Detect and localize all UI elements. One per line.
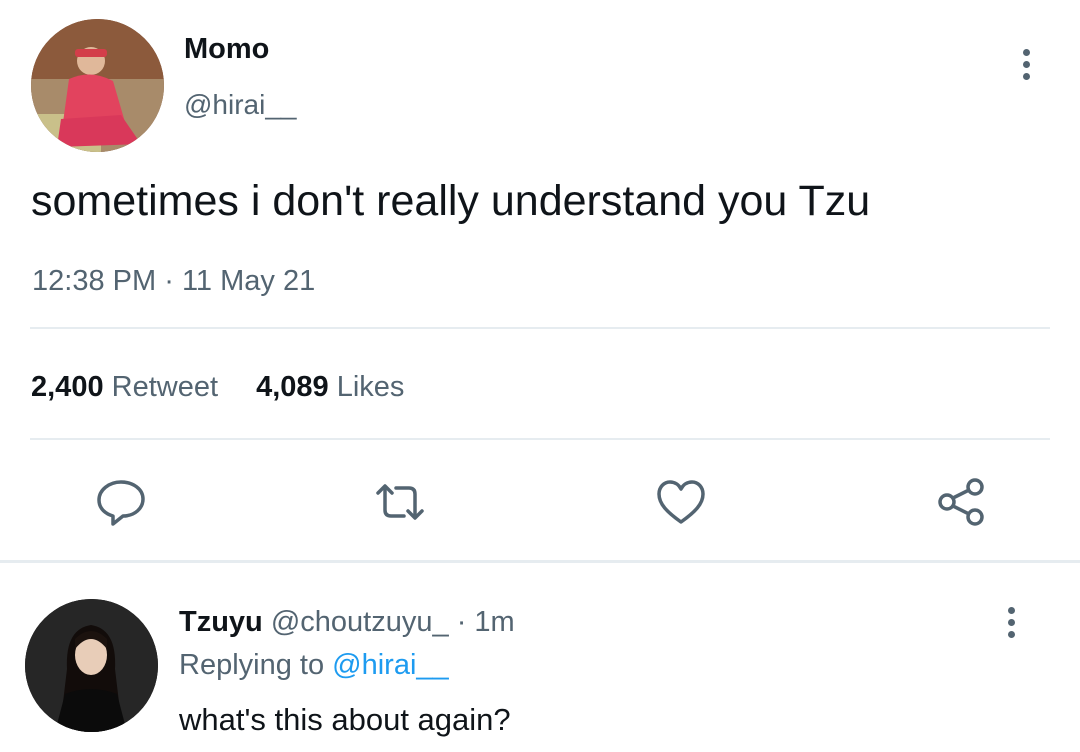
likes-label: Likes [336, 371, 405, 403]
tweet-time: 12:38 PM [32, 265, 157, 297]
reply-text: what's this about again? [179, 702, 511, 737]
more-options-icon[interactable] [1014, 40, 1038, 88]
reply-timestamp[interactable]: 1m [474, 606, 514, 638]
tweet-stats: 2,400 Retweet 4,089 Likes [31, 370, 404, 404]
tweet-date: 11 May 21 [181, 265, 316, 297]
reply-author-name[interactable]: Tzuyu [179, 606, 263, 638]
timestamp-separator: · [164, 265, 174, 297]
retweet-stat[interactable]: 2,400 Retweet [31, 370, 218, 404]
like-button[interactable] [655, 476, 707, 528]
reply-author-avatar[interactable] [25, 599, 158, 732]
author-handle[interactable]: @hirai__ [184, 88, 296, 122]
reply-separator: · [456, 606, 467, 638]
avatar-photo-tzuyu [25, 599, 158, 732]
retweet-count: 2,400 [31, 371, 104, 403]
divider [30, 438, 1050, 440]
reply-button[interactable] [95, 476, 147, 528]
replying-to-handle[interactable]: @hirai__ [332, 649, 449, 681]
retweet-button[interactable] [374, 476, 426, 528]
like-icon [657, 480, 705, 524]
replying-to: Replying to @hirai__ [179, 648, 449, 682]
share-icon [938, 478, 984, 526]
tweet-text: sometimes i don't really understand you … [31, 177, 871, 225]
share-button[interactable] [935, 476, 987, 528]
reply-more-options-icon[interactable] [999, 598, 1023, 646]
likes-stat[interactable]: 4,089 Likes [256, 370, 404, 404]
divider [30, 327, 1050, 329]
author-display-name[interactable]: Momo [184, 32, 269, 66]
reply-icon [97, 480, 145, 526]
avatar-photo-momo [31, 19, 164, 152]
reply-header: Tzuyu @choutzuyu_ · 1m [179, 605, 515, 639]
author-avatar[interactable] [31, 19, 164, 152]
tweet-detail-page: Momo @hirai__ sometimes i don't really u… [0, 0, 1080, 752]
section-separator [0, 560, 1080, 563]
retweet-icon [376, 484, 424, 520]
reply-author-handle[interactable]: @choutzuyu_ [271, 606, 449, 638]
tweet-timestamp[interactable]: 12:38 PM · 11 May 21 [32, 264, 315, 298]
likes-count: 4,089 [256, 371, 329, 403]
replying-to-label: Replying to [179, 649, 325, 681]
retweet-label: Retweet [111, 371, 219, 403]
